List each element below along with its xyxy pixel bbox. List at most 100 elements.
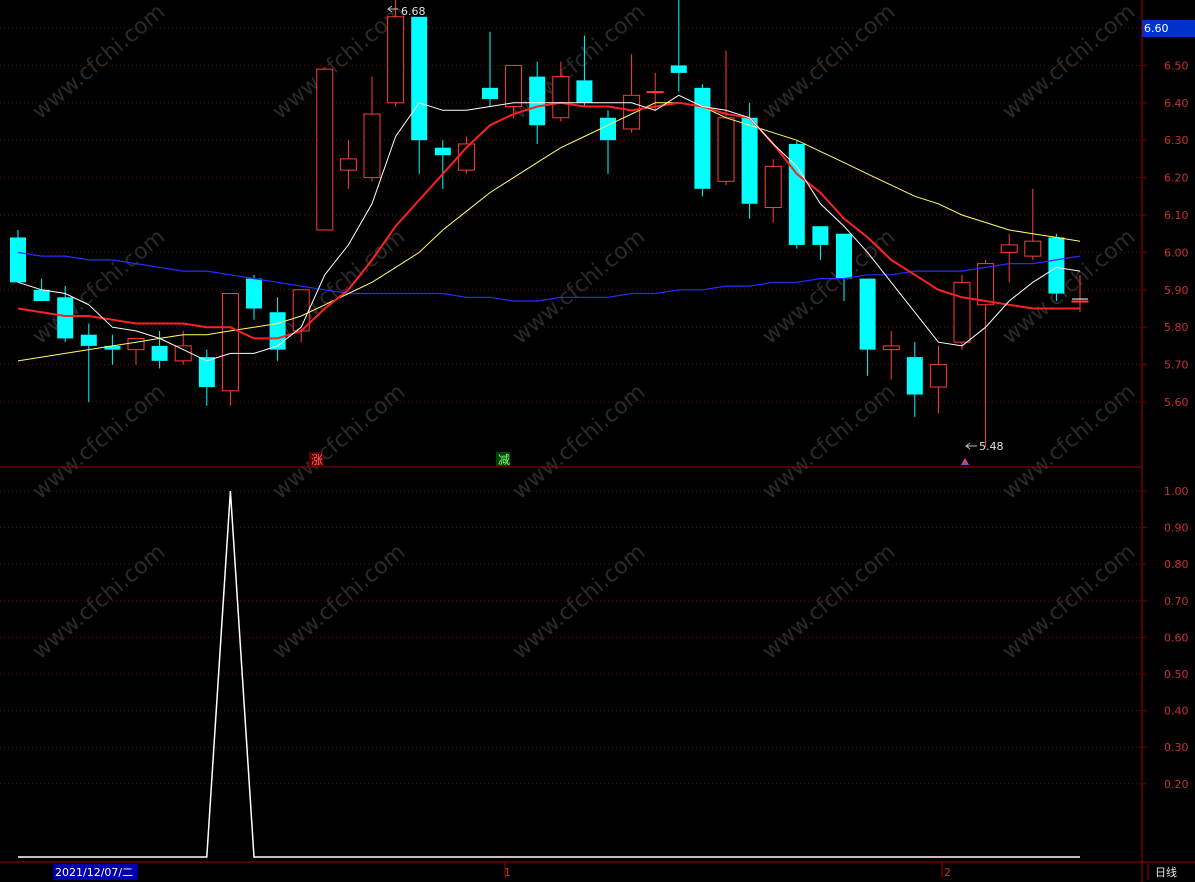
candle-body-down (906, 357, 923, 395)
price-tick-label: 5.70 (1164, 359, 1189, 372)
candle-body-down (10, 237, 26, 283)
watermark-text: www.cfchi.com (998, 379, 1140, 504)
candle[interactable] (10, 229, 26, 283)
candle[interactable] (600, 110, 616, 174)
candle[interactable] (859, 278, 876, 376)
candle-body-up (929, 364, 947, 388)
candle[interactable] (1024, 188, 1042, 260)
candle[interactable] (269, 297, 286, 361)
candle[interactable] (812, 226, 829, 260)
price-tick-label: 6.00 (1164, 246, 1189, 259)
current-price-value: 6.60 (1144, 22, 1169, 35)
signal-up-label: 涨 (311, 452, 323, 467)
crosshair-date-label: 2021/12/07/二 (55, 866, 133, 879)
signal-markers: 涨 减 (309, 452, 969, 467)
watermark-text: www.cfchi.com (758, 539, 900, 664)
price-panel[interactable]: 6.50 6.40 6.30 6.20 6.10 6.00 5.90 5.80 5.70 5.60… (0, 0, 1195, 467)
candle[interactable] (741, 102, 758, 219)
candle-body-up (1071, 300, 1089, 303)
period-button[interactable]: 日线 (1155, 865, 1177, 879)
price-tick-label: 6.40 (1164, 97, 1189, 110)
watermark-text: www.cfchi.com (998, 0, 1140, 125)
candle-body-up (717, 117, 735, 182)
candle[interactable] (670, 0, 687, 92)
candle[interactable] (953, 274, 971, 350)
candle-body-down (741, 117, 758, 204)
candle[interactable] (906, 342, 923, 417)
candle-body-down (576, 80, 593, 103)
candle-body-down (812, 226, 829, 245)
watermark-text: www.cfchi.com (268, 379, 410, 504)
candle[interactable] (882, 330, 900, 380)
candle-body-up (953, 281, 971, 343)
candle-body-down (529, 76, 546, 126)
candle[interactable] (788, 140, 805, 249)
candle[interactable] (363, 76, 381, 182)
candle-body-up (1024, 240, 1042, 257)
price-tick-label: 5.90 (1164, 284, 1189, 297)
candle[interactable] (104, 334, 121, 365)
price-tick-label: 6.10 (1164, 209, 1189, 222)
watermark-text: www.cfchi.com (508, 379, 650, 504)
candle-body-up (221, 293, 239, 392)
candle-body-down (859, 278, 876, 350)
month-mark-1: 1 (504, 866, 511, 879)
indicator-tick-label: 0.30 (1164, 741, 1189, 754)
price-tick-label: 5.60 (1164, 396, 1189, 409)
candle-body-up (127, 337, 145, 351)
candle[interactable] (80, 323, 97, 402)
candle-body-down (33, 289, 50, 302)
candle-body-down (151, 345, 168, 361)
candle[interactable] (623, 54, 641, 133)
candle[interactable] (221, 293, 239, 406)
indicator-grid (0, 490, 1142, 785)
price-tick-label: 6.20 (1164, 172, 1189, 185)
indicator-tick-label: 0.80 (1164, 558, 1189, 571)
candle-body-down (434, 147, 451, 156)
price-tick-label: 6.50 (1164, 59, 1189, 72)
candle[interactable] (246, 274, 262, 320)
candle-body-down (269, 312, 286, 350)
indicator-tick-label: 0.70 (1164, 595, 1189, 608)
candle-body-down (80, 334, 97, 346)
candle-body-up (646, 91, 664, 94)
low-marker-label: 5.48 (979, 440, 1004, 453)
candle[interactable] (316, 68, 334, 231)
candle-body-down (836, 233, 852, 279)
candle[interactable] (929, 345, 947, 414)
candle[interactable] (411, 16, 428, 174)
candle[interactable] (977, 259, 995, 447)
watermark-text: www.cfchi.com (268, 539, 410, 664)
indicator-tick-label: 0.60 (1164, 631, 1189, 644)
price-y-axis: 6.50 6.40 6.30 6.20 6.10 6.00 5.90 5.80 5.70 5.60 (1142, 59, 1189, 409)
watermark-text: www.cfchi.com (998, 539, 1140, 664)
candle-body-up (1000, 244, 1018, 253)
candle-body-down (788, 143, 805, 245)
candle-body-up (363, 113, 381, 179)
candle[interactable] (764, 158, 782, 223)
watermark-text: www.cfchi.com (508, 539, 650, 664)
candles-layer[interactable] (10, 0, 1089, 447)
candle[interactable] (694, 84, 711, 197)
candle[interactable] (339, 140, 357, 189)
candle-body-down (1048, 237, 1065, 294)
candle-body-up (387, 16, 405, 104)
candle-body-up (882, 345, 900, 351)
ma60-line (17, 251, 1081, 302)
candle-body-up (316, 68, 334, 231)
watermark-text: www.cfchi.com (508, 224, 650, 349)
candle-body-up (623, 94, 641, 130)
watermark-text: www.cfchi.com (758, 0, 900, 125)
watermark-text: www.cfchi.com (28, 379, 170, 504)
watermark-text: www.cfchi.com (268, 224, 410, 349)
indicator-panel[interactable]: 1.00 0.90 0.80 0.70 0.60 0.50 0.40 0.30 0.20 (0, 485, 1189, 858)
candle-body-down (600, 117, 616, 141)
watermark-text: www.cfchi.com (28, 539, 170, 664)
watermark-text: www.cfchi.com (28, 0, 170, 125)
indicator-tick-label: 0.50 (1164, 668, 1189, 681)
candle[interactable] (1000, 233, 1018, 283)
candle-body-down (411, 16, 428, 141)
candle[interactable] (482, 31, 498, 107)
watermark-text: www.cfchi.com (998, 224, 1140, 349)
watermark-text: www.cfchi.com (758, 379, 900, 504)
